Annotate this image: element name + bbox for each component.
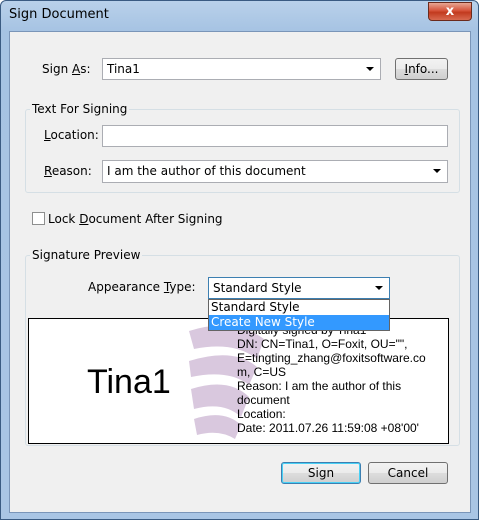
sign-as-label: Sign As: <box>42 62 91 76</box>
chevron-down-icon <box>366 67 374 71</box>
appearance-type-dropdown[interactable]: Standard Style Create New Style <box>208 299 390 331</box>
sign-document-dialog: Sign Document x Sign As: Tina1 Info... T… <box>0 0 479 520</box>
sign-as-label-accel: A <box>72 62 81 76</box>
cancel-button[interactable]: Cancel <box>368 462 448 484</box>
text-for-signing-title: Text For Signing <box>30 102 130 116</box>
close-icon: x <box>445 4 455 19</box>
lock-document-label[interactable]: Lock Document After Signing <box>48 212 223 226</box>
appearance-type-value: Standard Style <box>213 281 302 295</box>
info-button-rest: nfo... <box>408 62 439 76</box>
signer-name: Tina1 <box>87 363 171 401</box>
reason-label-accel: R <box>44 164 52 178</box>
detail-line: Date: 2011.07.26 11:59:08 +08'00' <box>237 421 419 435</box>
appearance-type-label: Appearance Type: <box>88 280 196 294</box>
appearance-type-select[interactable]: Standard Style <box>208 277 390 299</box>
signature-details: Digitally signed by Tina1 DN: CN=Tina1, … <box>237 323 426 435</box>
sign-as-select[interactable]: Tina1 <box>102 58 381 80</box>
close-button[interactable]: x <box>428 2 472 21</box>
sign-button[interactable]: Sign <box>281 462 361 484</box>
location-input[interactable] <box>102 125 448 147</box>
sign-as-value: Tina1 <box>107 62 140 76</box>
reason-label-rest: eason: <box>51 164 92 178</box>
title-bar[interactable]: Sign Document x <box>1 1 478 31</box>
dialog-body: Sign As: Tina1 Info... Text For Signing … <box>9 31 471 513</box>
detail-line: DN: CN=Tina1, O=Foxit, OU="", <box>237 337 408 351</box>
appearance-label-suffix: ype: <box>169 280 196 294</box>
info-button[interactable]: Info... <box>395 58 448 80</box>
window-title: Sign Document <box>9 7 109 22</box>
reason-select[interactable]: I am the author of this document <box>102 160 448 183</box>
reason-value: I am the author of this document <box>107 164 306 178</box>
detail-line: document <box>237 393 290 407</box>
chevron-down-icon <box>433 169 441 173</box>
reason-label: Reason: <box>44 164 92 178</box>
signature-preview-title: Signature Preview <box>30 248 143 262</box>
appearance-label-prefix: Appearance <box>88 280 164 294</box>
location-label: Location: <box>44 128 99 142</box>
lock-document-checkbox[interactable] <box>32 212 45 225</box>
detail-line: Reason: I am the author of this <box>237 379 402 393</box>
appearance-option-standard[interactable]: Standard Style <box>209 300 389 315</box>
detail-line: E=tingting_zhang@foxitsoftware.co <box>237 351 426 365</box>
lock-label-suffix: ocument After Signing <box>88 212 223 226</box>
appearance-option-create-new[interactable]: Create New Style <box>209 315 389 330</box>
lock-label-prefix: Lock <box>48 212 80 226</box>
sign-as-label-prefix: Sign <box>42 62 72 76</box>
chevron-down-icon <box>375 286 383 290</box>
signature-preview-box: Tina1 Digitally signed by Tina1 DN: CN=T… <box>28 318 449 444</box>
detail-line: Location: <box>237 407 286 421</box>
detail-line: m, C=US <box>237 365 287 379</box>
sign-as-label-suffix: s: <box>80 62 91 76</box>
location-label-rest: ocation: <box>50 128 99 142</box>
